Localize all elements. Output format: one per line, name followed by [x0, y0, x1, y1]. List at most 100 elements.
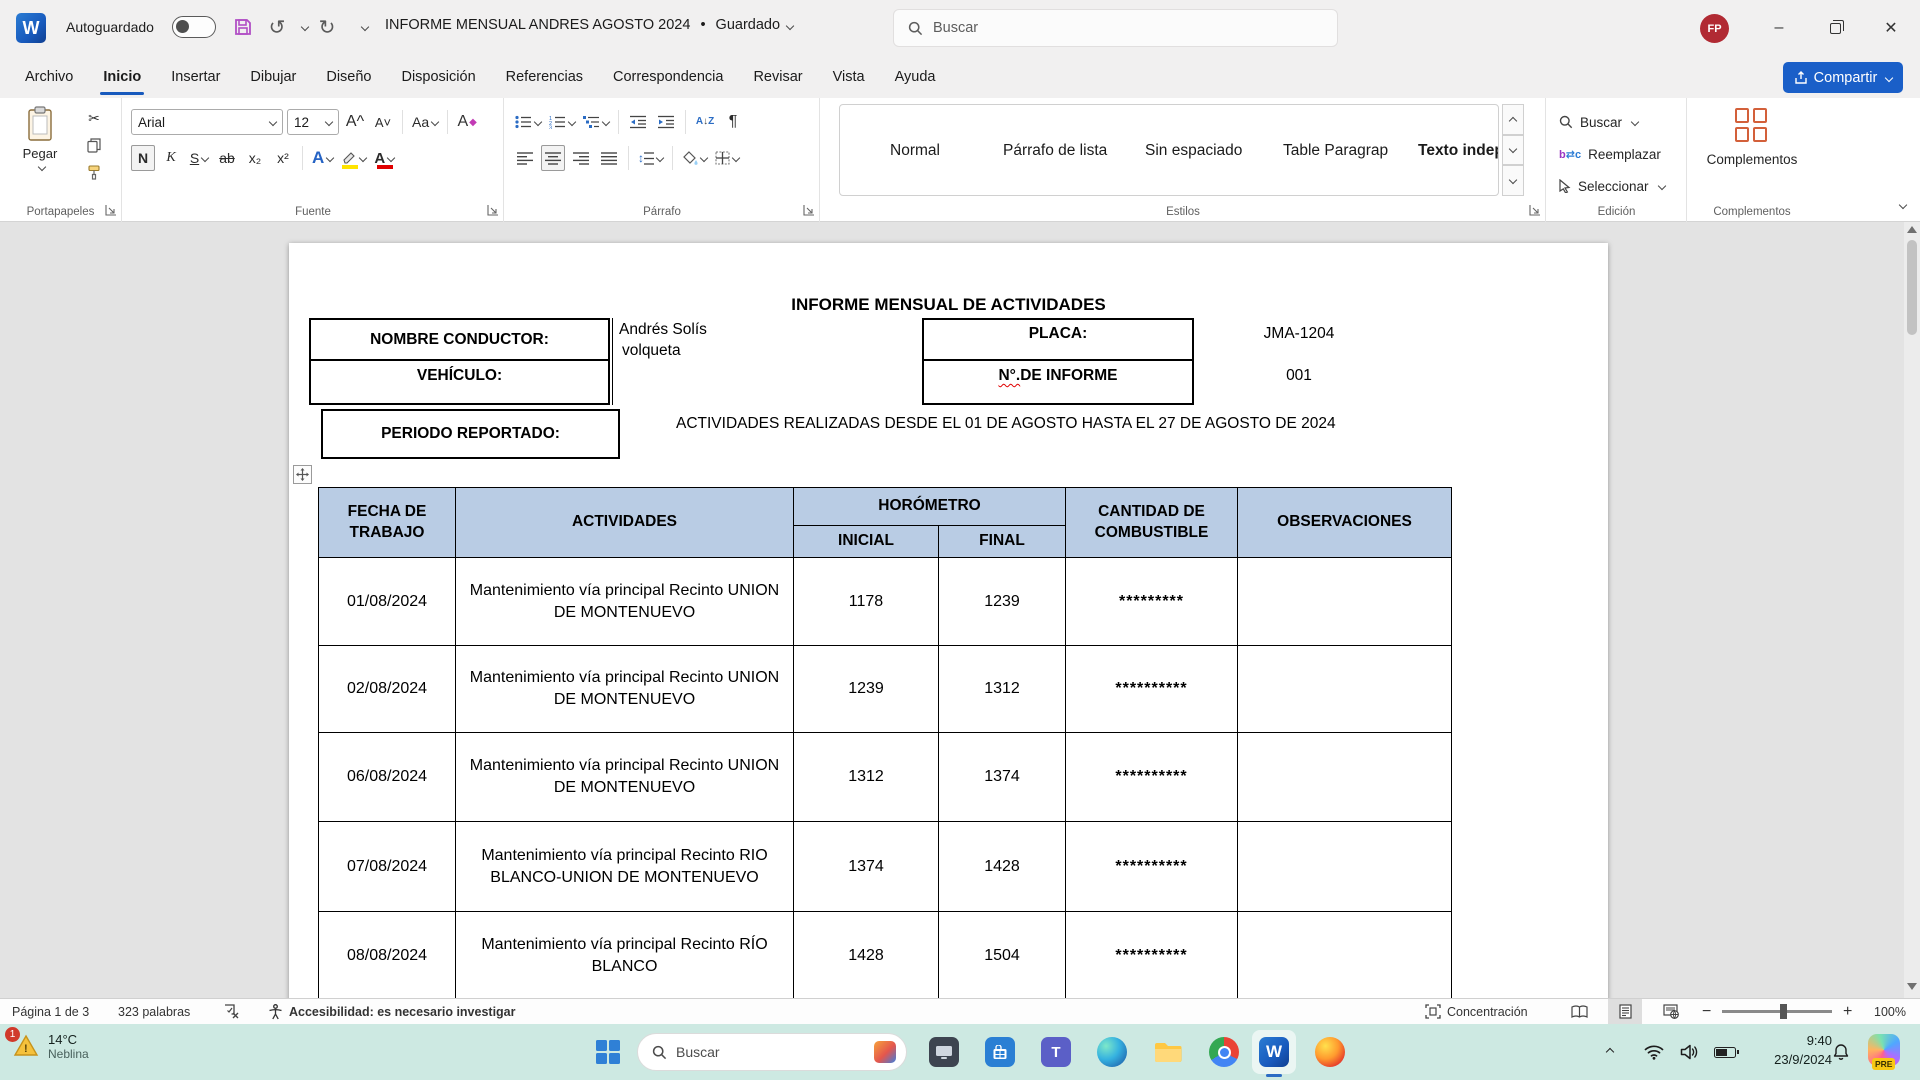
weather-widget[interactable]: ! 1 14°C Neblina	[12, 1032, 89, 1061]
copilot-icon[interactable]: PRE	[1868, 1034, 1900, 1066]
clock-widget[interactable]: 9:40 23/9/2024	[1752, 1032, 1832, 1070]
cell-actividades[interactable]: Mantenimiento vía principal Recinto RÍO …	[456, 912, 794, 999]
format-painter-button[interactable]	[82, 162, 106, 182]
activities-table[interactable]: FECHA DE TRABAJO ACTIVIDADES HORÓMETRO C…	[318, 487, 1452, 998]
zoom-thumb[interactable]	[1780, 1004, 1787, 1019]
col-header-actividades[interactable]: ACTIVIDADES	[456, 488, 794, 558]
align-left-button[interactable]	[513, 145, 537, 171]
field-periodo-value[interactable]: ACTIVIDADES REALIZADAS DESDE EL 01 DE AG…	[676, 413, 1424, 435]
wifi-icon[interactable]	[1644, 1024, 1664, 1080]
text-effects-button[interactable]: A	[310, 145, 335, 171]
quick-access-chevron-icon[interactable]	[348, 12, 378, 42]
highlight-button[interactable]	[339, 145, 368, 171]
col-header-fecha[interactable]: FECHA DE TRABAJO	[319, 488, 456, 558]
cut-button[interactable]: ✂	[82, 108, 106, 128]
collapse-ribbon-button[interactable]	[1888, 194, 1914, 216]
teams-app-icon[interactable]: T	[1040, 1036, 1072, 1068]
numbering-button[interactable]: 123	[547, 109, 577, 135]
read-mode-button[interactable]	[1562, 999, 1596, 1024]
paragraph-dialog-launcher[interactable]	[803, 204, 815, 216]
tab-inicio[interactable]: Inicio	[88, 56, 156, 98]
tray-show-hidden-icons[interactable]	[1604, 1024, 1613, 1080]
align-center-button[interactable]	[541, 145, 565, 171]
find-button[interactable]: Buscar	[1559, 108, 1638, 136]
field-nombre-value-line1[interactable]: Andrés Solís	[619, 321, 707, 339]
volume-icon[interactable]	[1680, 1024, 1699, 1080]
cell-inicial[interactable]: 1178	[794, 558, 939, 646]
tab-dibujar[interactable]: Dibujar	[235, 56, 311, 98]
styles-dialog-launcher[interactable]	[1529, 204, 1541, 216]
copy-button[interactable]	[82, 135, 106, 155]
field-placa-value[interactable]: JMA-1204	[1194, 325, 1404, 343]
cell-observaciones[interactable]	[1238, 733, 1452, 822]
redo-icon[interactable]: ↻	[312, 12, 342, 42]
proofing-errors-icon[interactable]	[224, 999, 240, 1024]
scroll-up-arrow[interactable]	[1907, 226, 1917, 233]
notifications-bell-icon[interactable]	[1832, 1024, 1850, 1080]
cell-observaciones[interactable]	[1238, 912, 1452, 999]
scrollbar-thumb[interactable]	[1907, 240, 1917, 335]
clipboard-dialog-launcher[interactable]	[105, 204, 117, 216]
store-app-icon[interactable]	[984, 1036, 1016, 1068]
tab-revisar[interactable]: Revisar	[738, 56, 817, 98]
firefox-app-icon[interactable]	[1314, 1036, 1346, 1068]
select-button[interactable]: Seleccionar	[1559, 172, 1665, 200]
accessibility-status[interactable]: Accesibilidad: es necesario investigar	[268, 999, 516, 1024]
tab-vista[interactable]: Vista	[818, 56, 880, 98]
cell-combustible[interactable]: **********	[1066, 646, 1238, 733]
field-placa-label[interactable]: PLACA:	[922, 318, 1194, 361]
styles-scroll-up[interactable]	[1502, 104, 1524, 135]
field-periodo-label[interactable]: PERIODO REPORTADO:	[321, 409, 620, 459]
file-explorer-app-icon[interactable]	[1152, 1036, 1184, 1068]
font-color-button[interactable]: A	[372, 145, 396, 171]
cell-fecha[interactable]: 07/08/2024	[319, 822, 456, 912]
field-informe-label[interactable]: N°. DE INFORME	[922, 359, 1194, 405]
scroll-down-arrow[interactable]	[1907, 983, 1917, 990]
subscript-button[interactable]: x₂	[243, 145, 267, 171]
grow-font-button[interactable]: A^	[343, 109, 367, 135]
taskbar-search-box[interactable]: Buscar	[637, 1033, 907, 1071]
field-informe-value[interactable]: 001	[1194, 367, 1404, 385]
sort-button[interactable]: A↓Z	[693, 109, 717, 135]
font-size-combo[interactable]: 12	[287, 109, 339, 135]
restore-button[interactable]	[1812, 0, 1858, 56]
font-dialog-launcher[interactable]	[487, 204, 499, 216]
bold-button[interactable]: N	[131, 145, 155, 171]
show-marks-button[interactable]: ¶	[721, 109, 745, 135]
replace-button[interactable]: b⇄c Reemplazar	[1559, 140, 1661, 168]
cell-observaciones[interactable]	[1238, 646, 1452, 733]
document-title[interactable]: INFORME MENSUAL ANDRES AGOSTO 2024 • Gua…	[385, 17, 793, 33]
col-header-horometro[interactable]: HORÓMETRO	[794, 488, 1066, 526]
shading-button[interactable]	[680, 145, 709, 171]
font-family-combo[interactable]: Arial	[131, 109, 283, 135]
cell-actividades[interactable]: Mantenimiento vía principal Recinto RIO …	[456, 822, 794, 912]
focus-mode-button[interactable]: Concentración	[1425, 999, 1528, 1024]
shrink-font-button[interactable]: A˅	[371, 109, 395, 135]
vertical-scrollbar[interactable]	[1904, 222, 1920, 998]
multilevel-list-button[interactable]	[581, 109, 611, 135]
style-texto-independiente[interactable]: Texto indeper	[1418, 105, 1499, 196]
document-page[interactable]: INFORME MENSUAL DE ACTIVIDADES NOMBRE CO…	[289, 243, 1608, 998]
print-layout-button[interactable]	[1608, 999, 1642, 1024]
style-sin-espaciado[interactable]: Sin espaciado	[1145, 105, 1242, 196]
zoom-in-button[interactable]: +	[1843, 999, 1852, 1024]
doc-heading[interactable]: INFORME MENSUAL DE ACTIVIDADES	[289, 295, 1608, 315]
autosave-toggle[interactable]	[172, 16, 216, 38]
share-button[interactable]: Compartir	[1783, 62, 1903, 93]
styles-scroll-down[interactable]	[1502, 135, 1524, 166]
justify-button[interactable]	[597, 145, 621, 171]
paste-button[interactable]: Pegar	[12, 106, 68, 202]
field-vehiculo-label[interactable]: VEHÍCULO:	[309, 359, 610, 405]
col-header-combustible[interactable]: CANTIDAD DE COMBUSTIBLE	[1066, 488, 1238, 558]
taskview-app-icon[interactable]	[928, 1036, 960, 1068]
tab-disposicion[interactable]: Disposición	[386, 56, 490, 98]
increase-indent-button[interactable]	[654, 109, 678, 135]
avatar[interactable]: FP	[1700, 14, 1729, 43]
cell-final[interactable]: 1504	[939, 912, 1066, 999]
cell-final[interactable]: 1428	[939, 822, 1066, 912]
strikethrough-button[interactable]: ab	[215, 145, 239, 171]
col-header-inicial[interactable]: INICIAL	[794, 526, 939, 558]
cell-combustible[interactable]: **********	[1066, 912, 1238, 999]
tab-correspondencia[interactable]: Correspondencia	[598, 56, 738, 98]
tab-ayuda[interactable]: Ayuda	[880, 56, 951, 98]
